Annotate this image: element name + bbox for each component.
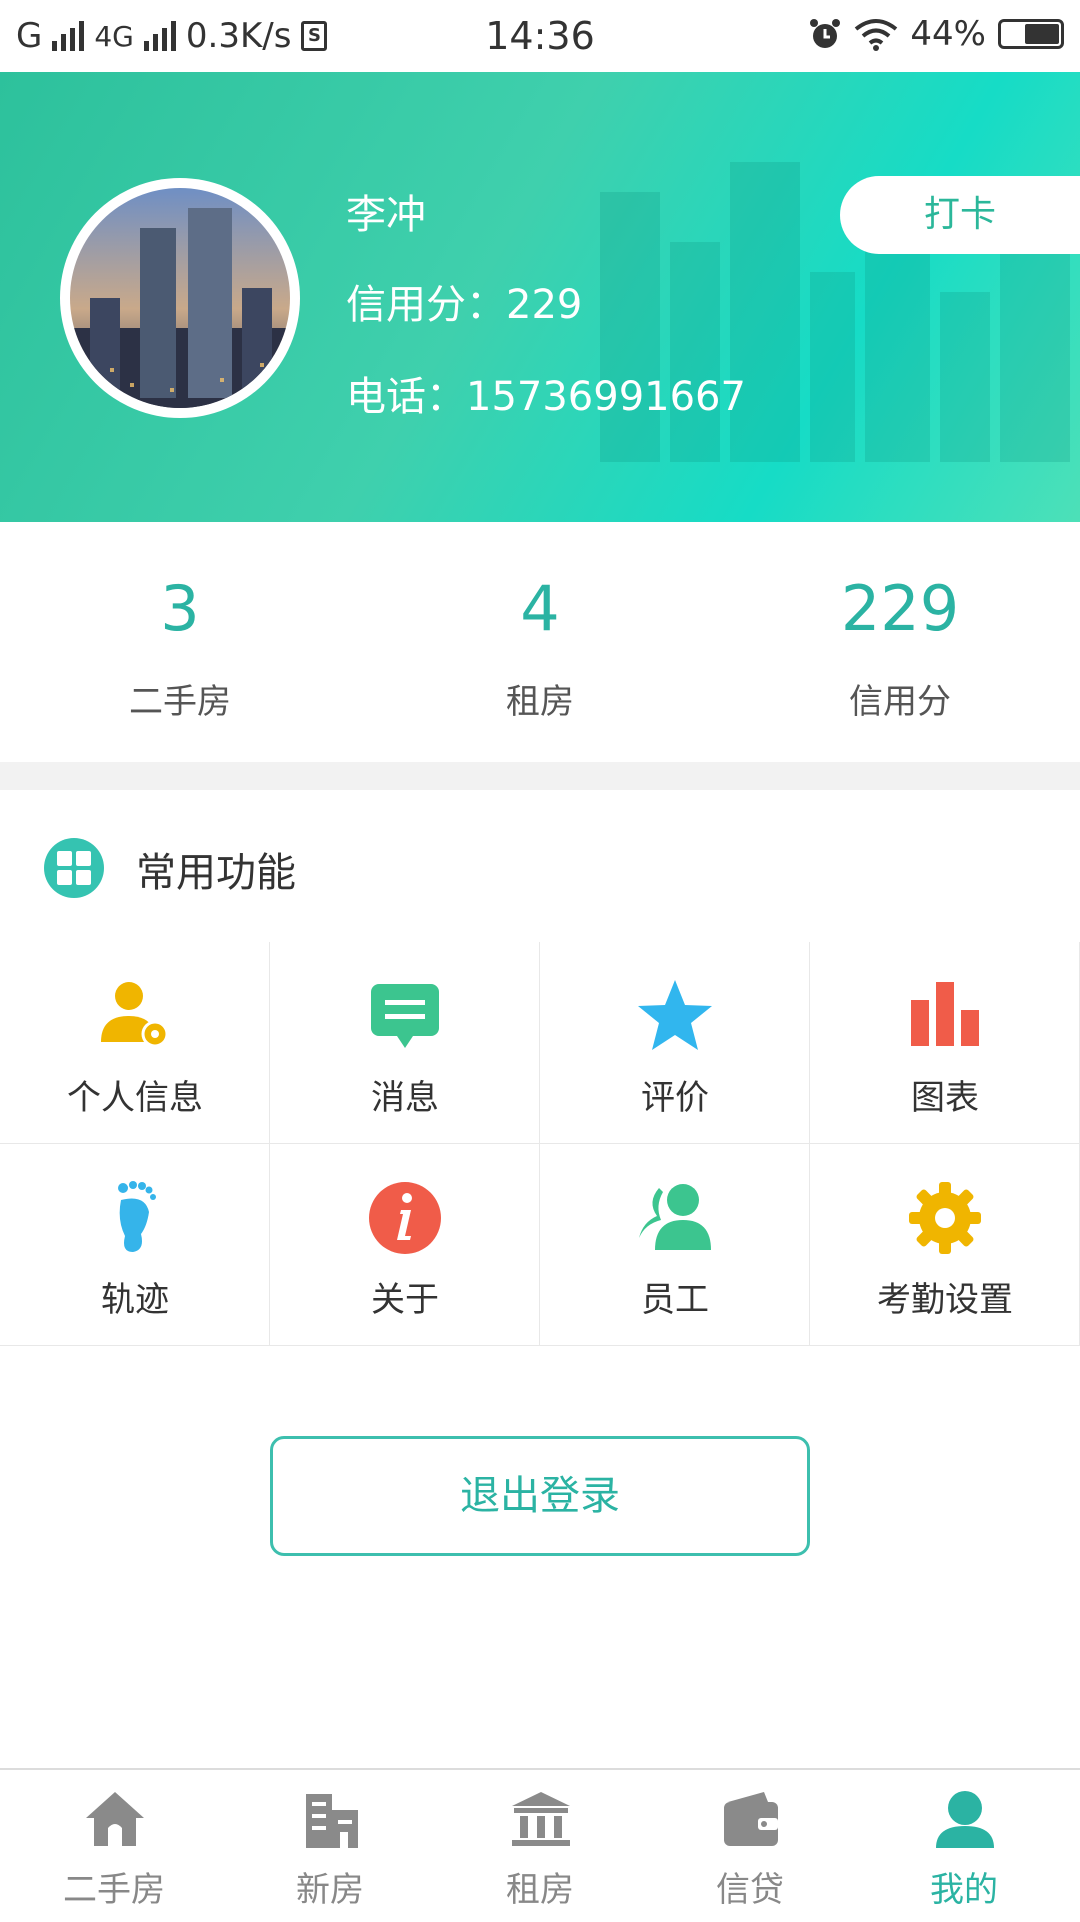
- avatar[interactable]: [60, 178, 300, 418]
- nav-tab-second-hand[interactable]: 二手房: [6, 1770, 222, 1922]
- nav-label: 信贷: [716, 1870, 784, 1910]
- common-functions-header: 常用功能: [0, 790, 1080, 943]
- bottom-navigation: 二手房 新房 租房 信贷 我的: [0, 1768, 1080, 1922]
- bar-chart-icon: [911, 982, 979, 1046]
- function-attendance-settings[interactable]: 考勤设置: [810, 1144, 1080, 1346]
- stat-value: 229: [840, 572, 960, 645]
- stat-rental[interactable]: 4 租房: [410, 578, 670, 723]
- battery-icon: [998, 19, 1064, 49]
- nav-label: 租房: [506, 1870, 574, 1910]
- stat-second-hand[interactable]: 3 二手房: [50, 578, 310, 723]
- function-label: 轨迹: [101, 1280, 169, 1320]
- wallet-icon: [724, 1792, 778, 1846]
- function-label: 考勤设置: [877, 1280, 1013, 1320]
- section-title: 常用功能: [136, 850, 296, 896]
- star-icon: [638, 980, 712, 1050]
- nav-tab-credit[interactable]: 信贷: [642, 1770, 858, 1922]
- function-label: 员工: [641, 1280, 709, 1320]
- stat-label: 信用分: [849, 682, 951, 722]
- stat-value: 3: [160, 572, 200, 645]
- user-phone: 电话：15736991667: [346, 374, 746, 420]
- home-icon: [86, 1792, 144, 1846]
- status-bar: G 4G 0.3K/s S 14:36 44%: [0, 0, 1080, 72]
- section-divider: [0, 762, 1080, 790]
- gear-icon: [909, 1182, 981, 1254]
- stat-label: 租房: [506, 682, 574, 722]
- function-review[interactable]: 评价: [540, 942, 810, 1144]
- footprint-icon: [118, 1181, 156, 1252]
- function-label: 图表: [911, 1078, 979, 1118]
- alarm-icon: [810, 19, 841, 48]
- function-grid: 个人信息 消息 评价 图表 轨迹 关于 员工 考勤设置: [0, 942, 1080, 1346]
- function-label: 消息: [371, 1078, 439, 1118]
- profile-header: 李冲 信用分：229 电话：15736991667 打卡: [0, 72, 1080, 522]
- function-track[interactable]: 轨迹: [0, 1144, 270, 1346]
- nav-label: 新房: [296, 1870, 364, 1910]
- nav-tab-new-house[interactable]: 新房: [222, 1770, 438, 1922]
- function-label: 关于: [371, 1280, 439, 1320]
- bank-icon: [512, 1792, 570, 1846]
- wifi-icon: [855, 19, 898, 51]
- staff-icon: [639, 1184, 711, 1250]
- nav-tab-rental[interactable]: 租房: [432, 1770, 648, 1922]
- message-icon: [371, 984, 439, 1048]
- function-personal-info[interactable]: 个人信息: [0, 942, 270, 1144]
- punch-in-button[interactable]: 打卡: [840, 176, 1080, 254]
- function-about[interactable]: 关于: [270, 1144, 540, 1346]
- logout-button[interactable]: 退出登录: [270, 1436, 810, 1556]
- grid-icon: [44, 838, 104, 898]
- nav-label: 二手房: [63, 1870, 165, 1910]
- user-credit-score: 信用分：229: [346, 282, 583, 328]
- battery-percent: 44%: [910, 14, 986, 54]
- stat-credit[interactable]: 229 信用分: [770, 578, 1030, 723]
- info-icon: [369, 1182, 441, 1254]
- user-settings-icon: [101, 982, 169, 1048]
- user-name: 李冲: [346, 192, 426, 238]
- function-staff[interactable]: 员工: [540, 1144, 810, 1346]
- avatar-image: [70, 188, 290, 408]
- nav-tab-mine[interactable]: 我的: [856, 1770, 1072, 1922]
- stat-value: 4: [520, 572, 560, 645]
- function-chart[interactable]: 图表: [810, 942, 1080, 1144]
- function-label: 个人信息: [67, 1078, 203, 1118]
- function-label: 评价: [641, 1078, 709, 1118]
- function-message[interactable]: 消息: [270, 942, 540, 1144]
- stat-label: 二手房: [129, 682, 231, 722]
- buildings-icon: [306, 1794, 358, 1848]
- status-right: 44%: [808, 14, 1064, 54]
- person-icon: [936, 1791, 994, 1848]
- stats-row: 3 二手房 4 租房 229 信用分: [0, 522, 1080, 762]
- nav-label: 我的: [930, 1870, 998, 1910]
